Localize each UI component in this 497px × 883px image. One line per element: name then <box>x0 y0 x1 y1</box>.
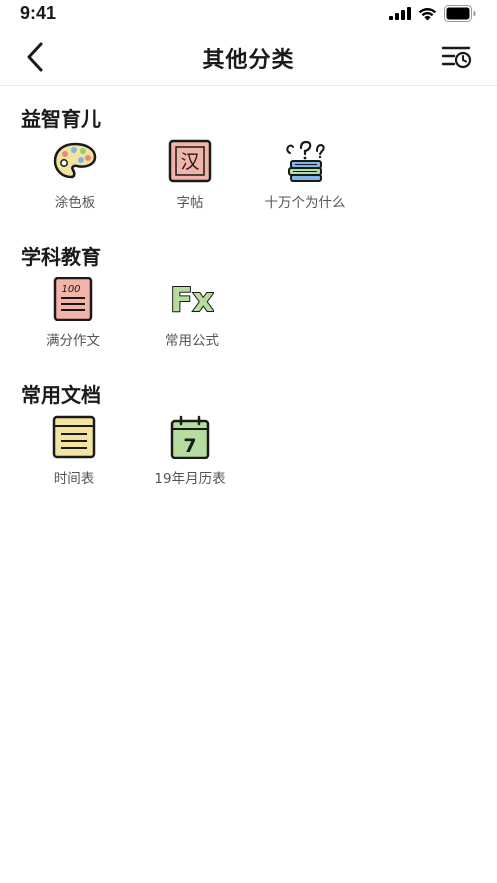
history-list-icon <box>441 46 472 69</box>
copybook-item[interactable]: 汉 字帖 <box>135 139 245 219</box>
battery-icon <box>444 5 476 22</box>
question-books-icon <box>286 140 325 182</box>
navigation-bar: 其他分类 <box>0 28 497 86</box>
palette-icon <box>53 142 97 179</box>
item-label: 十万个为什么 <box>264 195 346 211</box>
item-label: 19年月历表 <box>154 471 226 487</box>
common-formulas-item[interactable]: Fx 常用公式 <box>137 277 247 357</box>
timetable-item[interactable]: 时间表 <box>19 415 129 495</box>
essay-score: 100 <box>61 284 80 295</box>
essay-100-icon: 100 <box>53 277 93 321</box>
item-label: 字帖 <box>176 195 204 211</box>
item-label: 满分作文 <box>46 333 100 349</box>
section-title: 学科教育 <box>21 245 101 269</box>
section-title: 益智育儿 <box>21 107 101 131</box>
history-button[interactable] <box>441 43 473 71</box>
coloring-board-item[interactable]: 涂色板 <box>20 139 130 219</box>
calendar-2019-item[interactable]: 7 19年月历表 <box>135 415 245 495</box>
item-label: 时间表 <box>53 471 95 487</box>
copybook-char: 汉 <box>180 151 199 173</box>
page-title: 其他分类 <box>202 48 295 73</box>
timetable-icon <box>52 415 96 459</box>
formula-text: Fx <box>170 280 214 319</box>
cellular-signal-icon <box>389 7 411 20</box>
section-subject-education: 学科教育 100 满分作文 Fx 常用公式 <box>0 241 497 356</box>
calendar-day: 7 <box>183 435 196 457</box>
item-label: 常用公式 <box>165 333 219 349</box>
fx-formula-icon: Fx <box>170 279 214 320</box>
section-title: 常用文档 <box>21 383 101 407</box>
status-time: 9:41 <box>20 3 57 23</box>
wifi-icon <box>418 8 437 21</box>
full-mark-essay-item[interactable]: 100 满分作文 <box>18 277 128 357</box>
section-common-documents: 常用文档 时间表 7 19年月历表 <box>0 379 497 494</box>
why-questions-item[interactable]: 十万个为什么 <box>250 139 360 219</box>
calendar-icon: 7 <box>170 415 210 459</box>
status-bar: 9:41 <box>0 0 497 28</box>
section-puzzle-parenting: 益智育儿 涂色板 汉 字帖 十万个为什么 <box>0 103 497 218</box>
item-label: 涂色板 <box>54 195 96 211</box>
copybook-icon: 汉 <box>168 139 212 183</box>
